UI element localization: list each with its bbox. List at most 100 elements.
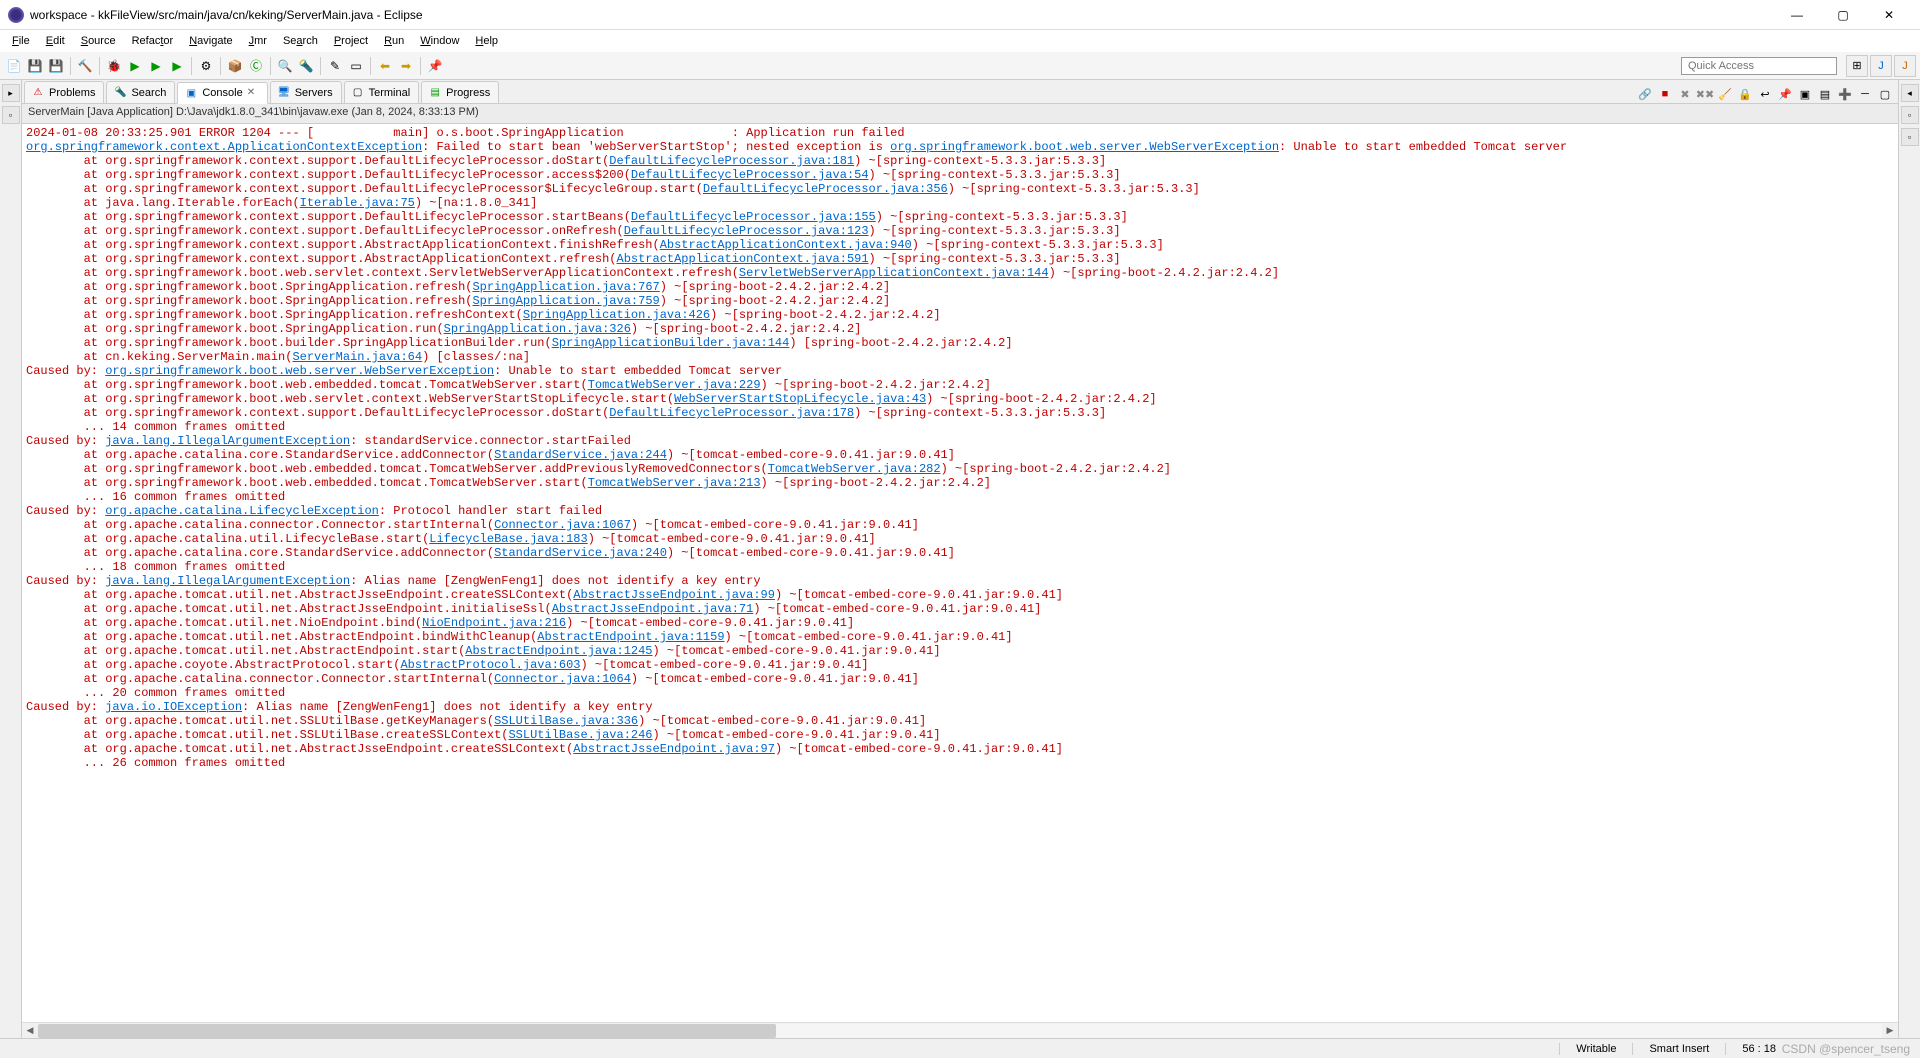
tab-problems[interactable]: ⚠ Problems [24, 81, 104, 103]
new-package-icon[interactable]: 📦 [225, 56, 245, 76]
stacktrace-link[interactable]: java.io.IOException [105, 700, 242, 714]
maximize-view-icon[interactable]: ▢ [1876, 85, 1894, 103]
horizontal-scrollbar[interactable]: ◀ ▶ [22, 1022, 1898, 1038]
menu-edit[interactable]: Edit [38, 33, 73, 49]
open-console-icon[interactable]: ▤ [1816, 85, 1834, 103]
run-icon[interactable]: ▶ [125, 56, 145, 76]
stacktrace-link[interactable]: AbstractApplicationContext.java:940 [660, 238, 912, 252]
scroll-right-icon[interactable]: ▶ [1882, 1024, 1898, 1038]
menu-source[interactable]: Source [73, 33, 124, 49]
forward-icon[interactable]: ➡ [396, 56, 416, 76]
stacktrace-link[interactable]: TomcatWebServer.java:229 [588, 378, 761, 392]
close-button[interactable]: ✕ [1866, 0, 1912, 30]
stacktrace-link[interactable]: SSLUtilBase.java:336 [494, 714, 638, 728]
stacktrace-link[interactable]: DefaultLifecycleProcessor.java:178 [609, 406, 854, 420]
ext-tools-icon[interactable]: ⚙ [196, 56, 216, 76]
maximize-button[interactable]: ▢ [1820, 0, 1866, 30]
coverage-icon[interactable]: ▶ [146, 56, 166, 76]
stacktrace-link[interactable]: TomcatWebServer.java:213 [588, 476, 761, 490]
outline-view-icon[interactable]: ▫ [1901, 106, 1919, 124]
stacktrace-link[interactable]: DefaultLifecycleProcessor.java:54 [631, 168, 869, 182]
menu-run[interactable]: Run [376, 33, 412, 49]
stacktrace-link[interactable]: SpringApplication.java:326 [444, 322, 631, 336]
display-console-icon[interactable]: ▣ [1796, 85, 1814, 103]
debug-icon[interactable]: 🐞 [104, 56, 124, 76]
menu-refactor[interactable]: Refactor [124, 33, 182, 49]
stacktrace-link[interactable]: ServletWebServerApplicationContext.java:… [739, 266, 1049, 280]
search-icon[interactable]: 🔦 [296, 56, 316, 76]
scroll-left-icon[interactable]: ◀ [22, 1024, 38, 1038]
pin-icon[interactable]: 📌 [425, 56, 445, 76]
stacktrace-link[interactable]: SSLUtilBase.java:246 [508, 728, 652, 742]
minimized-view-icon[interactable]: ▫ [2, 106, 20, 124]
stacktrace-link[interactable]: StandardService.java:240 [494, 546, 667, 560]
new-icon[interactable]: 📄 [4, 56, 24, 76]
stacktrace-link[interactable]: Iterable.java:75 [300, 196, 415, 210]
stacktrace-link[interactable]: AbstractJsseEndpoint.java:97 [573, 742, 775, 756]
stacktrace-link[interactable]: DefaultLifecycleProcessor.java:123 [624, 224, 869, 238]
remove-all-icon[interactable]: ✖✖ [1696, 85, 1714, 103]
console-output[interactable]: 2024-01-08 20:33:25.901 ERROR 1204 --- [… [22, 124, 1898, 1022]
stacktrace-link[interactable]: AbstractEndpoint.java:1245 [465, 644, 652, 658]
link-icon[interactable]: 🔗 [1636, 85, 1654, 103]
scroll-thumb[interactable] [38, 1024, 776, 1038]
tab-servers[interactable]: 🖥 Servers [270, 81, 342, 103]
menu-navigate[interactable]: Navigate [181, 33, 240, 49]
save-all-icon[interactable]: 💾 [46, 56, 66, 76]
stacktrace-link[interactable]: Connector.java:1064 [494, 672, 631, 686]
terminate-icon[interactable]: ■ [1656, 85, 1674, 103]
tab-search[interactable]: 🔦 Search [106, 81, 175, 103]
menu-search[interactable]: Search [275, 33, 326, 49]
stacktrace-link[interactable]: org.springframework.boot.web.server.WebS… [105, 364, 494, 378]
stacktrace-link[interactable]: LifecycleBase.java:183 [429, 532, 587, 546]
clear-console-icon[interactable]: 🧹 [1716, 85, 1734, 103]
stacktrace-link[interactable]: NioEndpoint.java:216 [422, 616, 566, 630]
restore-view-icon[interactable]: ▸ [2, 84, 20, 102]
stacktrace-link[interactable]: DefaultLifecycleProcessor.java:181 [609, 154, 854, 168]
word-wrap-icon[interactable]: ↩ [1756, 85, 1774, 103]
stacktrace-link[interactable]: SpringApplicationBuilder.java:144 [552, 336, 790, 350]
stacktrace-link[interactable]: org.springframework.boot.web.server.WebS… [890, 140, 1279, 154]
stacktrace-link[interactable]: AbstractEndpoint.java:1159 [537, 630, 724, 644]
stacktrace-link[interactable]: DefaultLifecycleProcessor.java:356 [703, 182, 948, 196]
build-icon[interactable]: 🔨 [75, 56, 95, 76]
back-icon[interactable]: ⬅ [375, 56, 395, 76]
pin-console-icon[interactable]: 📌 [1776, 85, 1794, 103]
stacktrace-link[interactable]: Connector.java:1067 [494, 518, 631, 532]
menu-jmr[interactable]: Jmr [241, 33, 275, 49]
new-console-icon[interactable]: ➕ [1836, 85, 1854, 103]
stacktrace-link[interactable]: ServerMain.java:64 [292, 350, 422, 364]
toggle-block-icon[interactable]: ▭ [346, 56, 366, 76]
minimize-view-icon[interactable]: ─ [1856, 85, 1874, 103]
scroll-lock-icon[interactable]: 🔒 [1736, 85, 1754, 103]
toggle-mark-icon[interactable]: ✎ [325, 56, 345, 76]
stacktrace-link[interactable]: java.lang.IllegalArgumentException [105, 434, 350, 448]
tab-console[interactable]: ▣ Console ✕ [177, 82, 267, 104]
menu-project[interactable]: Project [326, 33, 376, 49]
stacktrace-link[interactable]: java.lang.IllegalArgumentException [105, 574, 350, 588]
menu-file[interactable]: File [4, 33, 38, 49]
remove-launch-icon[interactable]: ✖ [1676, 85, 1694, 103]
save-icon[interactable]: 💾 [25, 56, 45, 76]
stacktrace-link[interactable]: AbstractApplicationContext.java:591 [617, 252, 869, 266]
minimize-button[interactable]: — [1774, 0, 1820, 30]
stacktrace-link[interactable]: StandardService.java:244 [494, 448, 667, 462]
tab-close-icon[interactable]: ✕ [247, 87, 259, 99]
stacktrace-link[interactable]: AbstractProtocol.java:603 [400, 658, 580, 672]
stacktrace-link[interactable]: SpringApplication.java:759 [472, 294, 659, 308]
stacktrace-link[interactable]: org.springframework.context.ApplicationC… [26, 140, 422, 154]
open-type-icon[interactable]: 🔍 [275, 56, 295, 76]
java-perspective-icon[interactable]: J [1894, 55, 1916, 77]
task-list-icon[interactable]: ▫ [1901, 128, 1919, 146]
stacktrace-link[interactable]: SpringApplication.java:767 [472, 280, 659, 294]
menu-help[interactable]: Help [467, 33, 506, 49]
stacktrace-link[interactable]: SpringApplication.java:426 [523, 308, 710, 322]
tab-terminal[interactable]: ▢ Terminal [344, 81, 420, 103]
stacktrace-link[interactable]: DefaultLifecycleProcessor.java:155 [631, 210, 876, 224]
new-class-icon[interactable]: Ⓒ [246, 56, 266, 76]
open-perspective-icon[interactable]: ⊞ [1846, 55, 1868, 77]
stacktrace-link[interactable]: WebServerStartStopLifecycle.java:43 [674, 392, 926, 406]
stacktrace-link[interactable]: AbstractJsseEndpoint.java:99 [573, 588, 775, 602]
scroll-track[interactable] [38, 1024, 1882, 1038]
stacktrace-link[interactable]: org.apache.catalina.LifecycleException [105, 504, 379, 518]
